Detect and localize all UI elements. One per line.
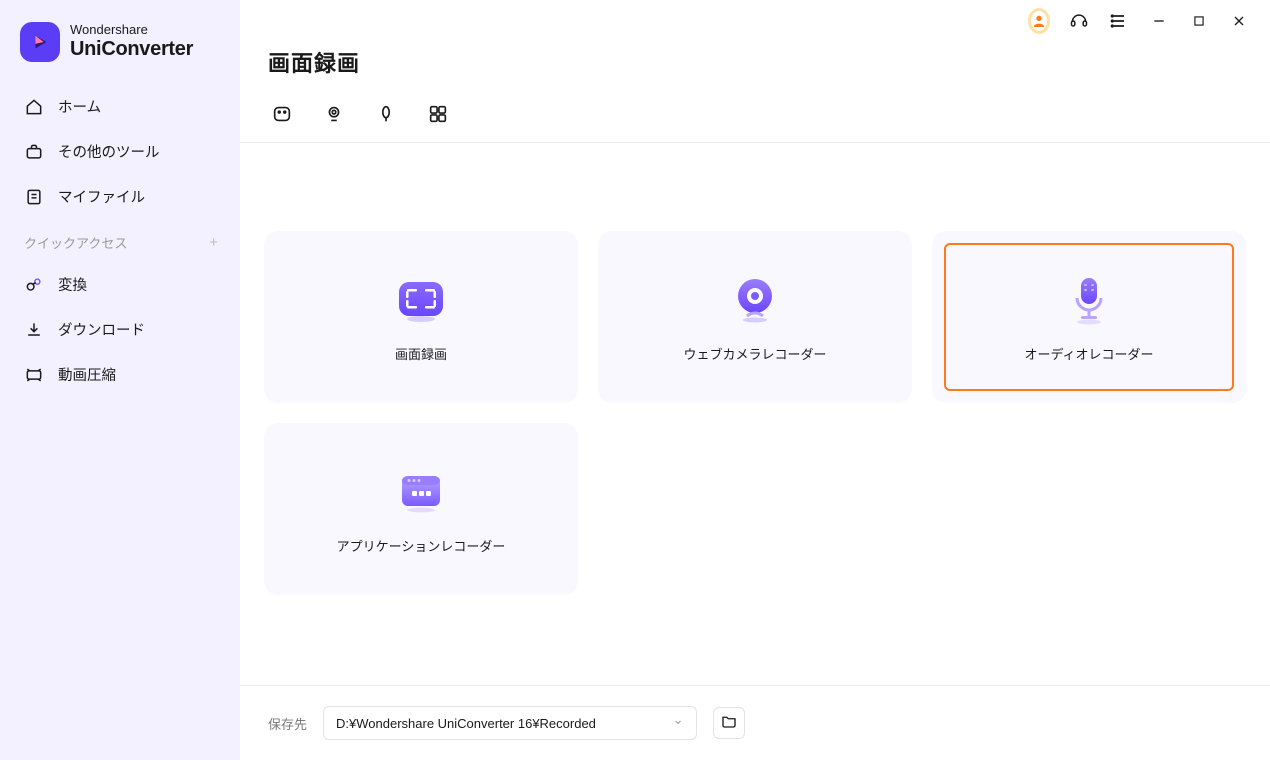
card-label: ウェブカメラレコーダー	[683, 344, 826, 363]
save-path-value: D:¥Wondershare UniConverter 16¥Recorded	[336, 716, 596, 731]
home-icon	[24, 97, 44, 117]
mode-tab-audio[interactable]	[374, 102, 398, 126]
brand-line1: Wondershare	[70, 23, 193, 38]
open-folder-button[interactable]	[713, 707, 745, 739]
convert-icon	[24, 275, 44, 295]
minimize-button[interactable]	[1148, 10, 1170, 32]
mode-tab-screen[interactable]	[270, 102, 294, 126]
webcam-icon	[727, 272, 783, 328]
chevron-down-icon	[672, 716, 684, 731]
card-webcam-record[interactable]: ウェブカメラレコーダー	[598, 231, 912, 403]
page-header: 画面録画	[240, 42, 1270, 142]
sidebar: Wondershare UniConverter ホーム その他のツール マイフ…	[0, 0, 240, 760]
save-to-label: 保存先	[268, 714, 307, 733]
folder-icon	[720, 712, 738, 735]
quick-item-compress[interactable]: 動画圧縮	[0, 352, 240, 397]
sidebar-item-label: その他のツール	[58, 141, 160, 162]
main-area: 画面録画 画面録画 ウェブカメラレコーダー オーディオレコーダー	[240, 0, 1270, 760]
file-icon	[24, 187, 44, 207]
save-path-dropdown[interactable]: D:¥Wondershare UniConverter 16¥Recorded	[323, 706, 697, 740]
footer-bar: 保存先 D:¥Wondershare UniConverter 16¥Recor…	[240, 685, 1270, 760]
support-button[interactable]	[1068, 10, 1090, 32]
sidebar-item-label: ホーム	[58, 96, 101, 117]
card-label: 画面録画	[395, 344, 447, 363]
mode-tabs	[268, 78, 1242, 142]
sidebar-item-label: マイファイル	[58, 186, 145, 207]
titlebar	[240, 0, 1270, 42]
mode-tab-webcam[interactable]	[322, 102, 346, 126]
brand-line2: UniConverter	[70, 38, 193, 61]
sidebar-item-label: ダウンロード	[58, 319, 145, 340]
mode-tab-app[interactable]	[426, 102, 450, 126]
sidebar-item-label: 動画圧縮	[58, 364, 116, 385]
maximize-button[interactable]	[1188, 10, 1210, 32]
close-button[interactable]	[1228, 10, 1250, 32]
card-label: アプリケーションレコーダー	[337, 536, 506, 555]
sidebar-item-label: 変換	[58, 274, 87, 295]
menu-button[interactable]	[1108, 10, 1130, 32]
sidebar-item-other-tools[interactable]: その他のツール	[0, 129, 240, 174]
logo-icon	[20, 22, 60, 62]
app-logo: Wondershare UniConverter	[0, 22, 240, 84]
account-button[interactable]	[1028, 10, 1050, 32]
page-title: 画面録画	[268, 46, 1242, 78]
download-icon	[24, 320, 44, 340]
compress-icon	[24, 365, 44, 385]
card-app-record[interactable]: アプリケーションレコーダー	[264, 423, 578, 595]
microphone-icon	[1061, 272, 1117, 328]
card-audio-record[interactable]: オーディオレコーダー	[932, 231, 1246, 403]
recorder-cards: 画面録画 ウェブカメラレコーダー オーディオレコーダー アプリケーションレコーダ…	[240, 143, 1270, 595]
add-quick-access-button[interactable]: +	[209, 234, 218, 251]
toolbox-icon	[24, 142, 44, 162]
card-label: オーディオレコーダー	[1024, 344, 1153, 363]
app-window-icon	[393, 464, 449, 520]
sidebar-item-my-files[interactable]: マイファイル	[0, 174, 240, 219]
screen-record-icon	[393, 272, 449, 328]
sidebar-item-home[interactable]: ホーム	[0, 84, 240, 129]
avatar-icon	[1028, 8, 1050, 34]
quick-item-download[interactable]: ダウンロード	[0, 307, 240, 352]
quick-access-header: クイックアクセス +	[0, 219, 240, 262]
quick-access-label: クイックアクセス	[24, 233, 127, 252]
quick-item-convert[interactable]: 変換	[0, 262, 240, 307]
card-screen-record[interactable]: 画面録画	[264, 231, 578, 403]
